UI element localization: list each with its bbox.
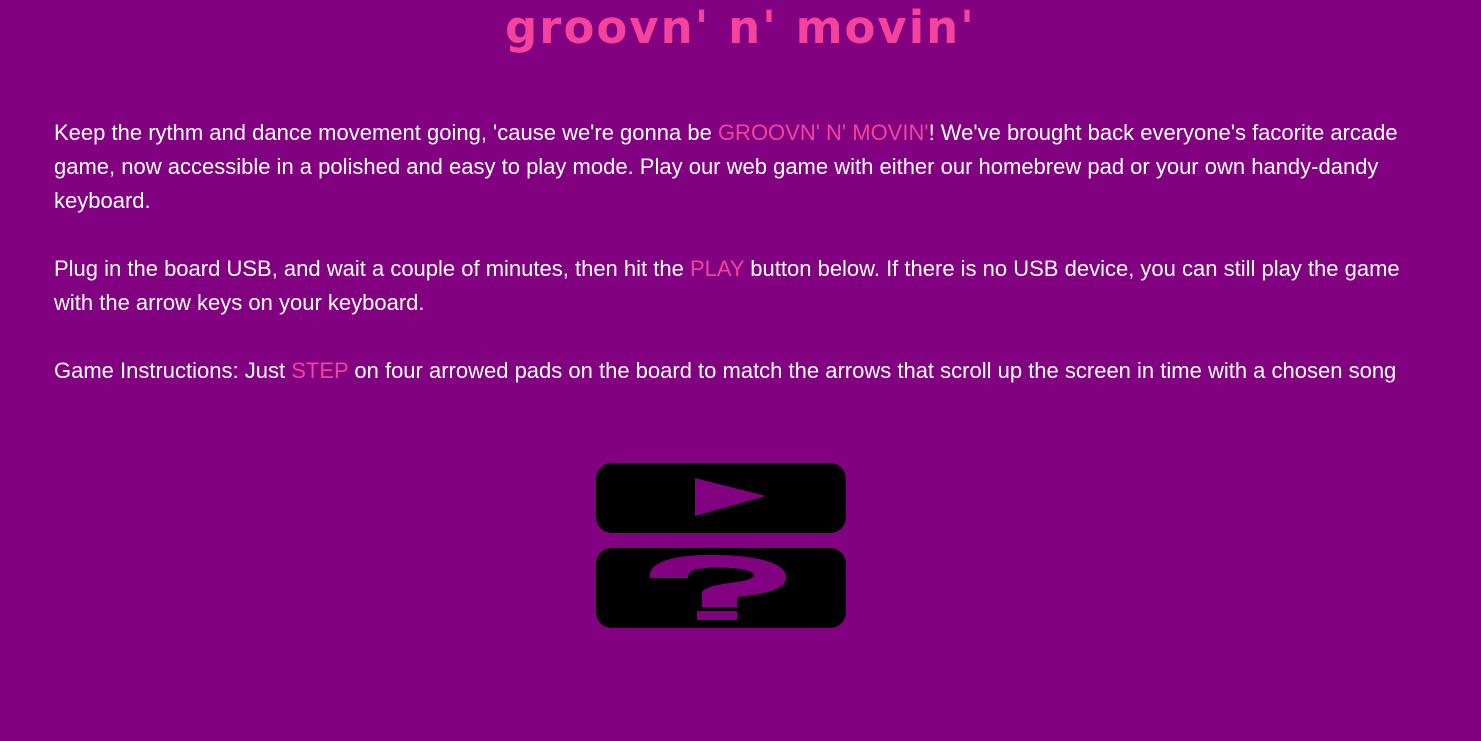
page-title: groovn' n' movin' [505, 1, 976, 54]
play-button[interactable] [596, 463, 846, 533]
help-button[interactable] [596, 548, 846, 628]
main-content: Keep the rythm and dance movement going,… [54, 116, 1434, 422]
question-mark-icon [650, 554, 787, 620]
play-triangle-icon [695, 478, 766, 516]
intro-highlight: GROOVN' N' MOVIN' [717, 120, 929, 145]
instructions-highlight: STEP [291, 358, 349, 383]
usb-highlight: PLAY [689, 256, 745, 281]
usb-text-start: Plug in the board USB, and wait a couple… [54, 256, 690, 281]
instructions-paragraph: Game Instructions: Just STEP on four arr… [54, 354, 1434, 388]
instructions-text-start: Game Instructions: Just [54, 358, 292, 383]
usb-paragraph: Plug in the board USB, and wait a couple… [54, 252, 1434, 320]
intro-paragraph: Keep the rythm and dance movement going,… [54, 116, 1434, 218]
instructions-text-end: on four arrowed pads on the board to mat… [348, 358, 1397, 383]
intro-text-start: Keep the rythm and dance movement going,… [54, 120, 718, 145]
